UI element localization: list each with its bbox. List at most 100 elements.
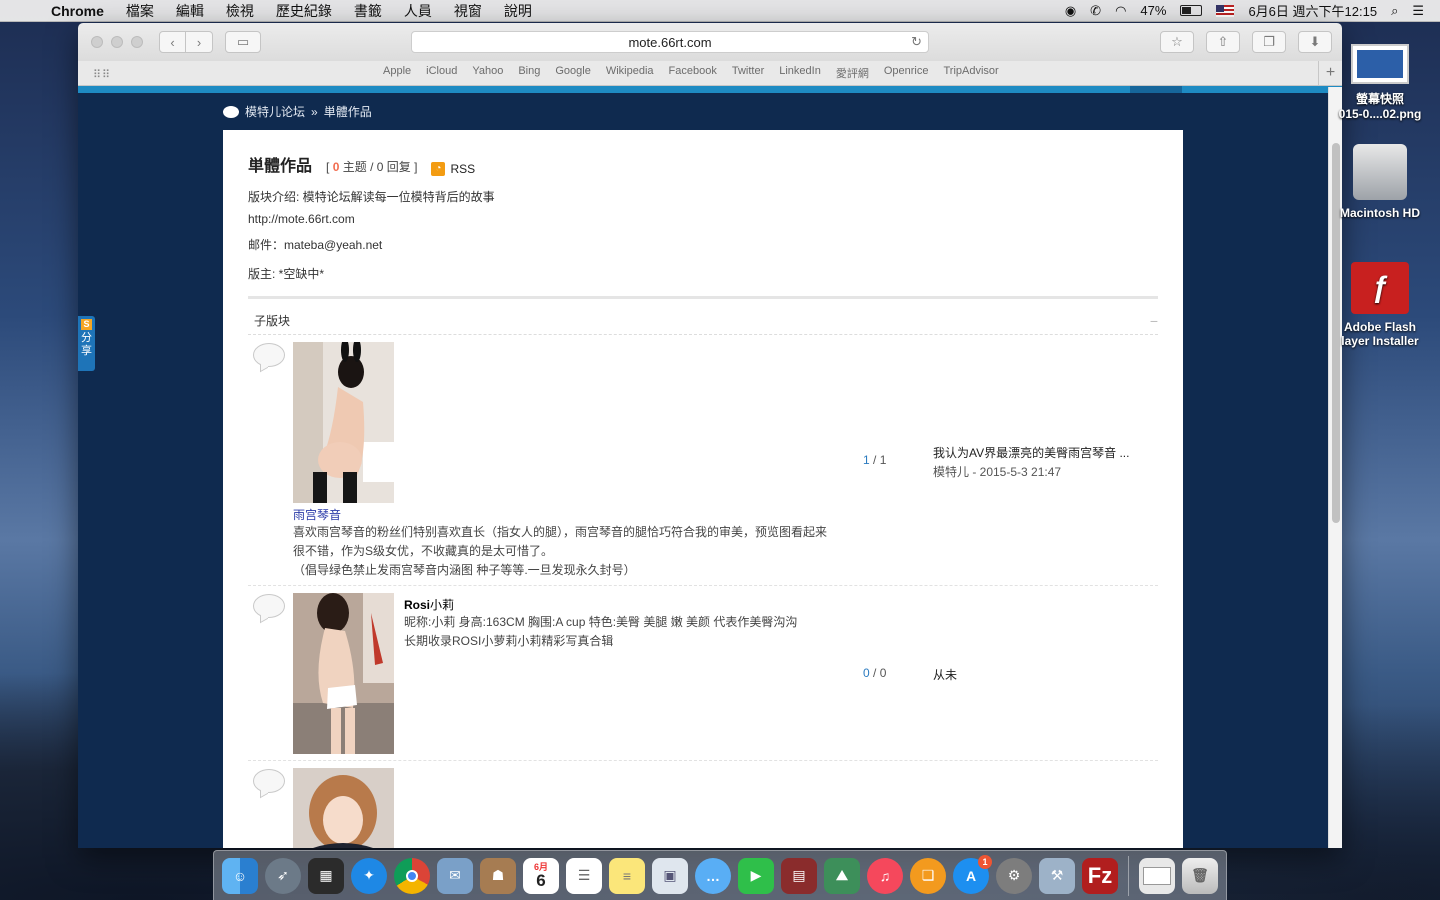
tabs-overview-button[interactable]: ❐ xyxy=(1252,31,1286,53)
reminders-icon[interactable]: ☰ xyxy=(566,857,602,894)
trash-icon[interactable]: 🗑 xyxy=(1182,857,1218,894)
collapse-icon[interactable]: − xyxy=(1150,313,1158,329)
toolbar-actions: ☆ ⇧ ❐ ⬇ xyxy=(1160,31,1332,53)
photo-booth-icon[interactable]: ▣ xyxy=(652,857,688,894)
system-preferences-icon[interactable]: ⚙ xyxy=(996,857,1032,894)
mission-control-icon[interactable]: ▦ xyxy=(308,857,344,894)
rss-link[interactable]: ◔ RSS xyxy=(431,162,475,176)
stats-topics: 0 xyxy=(863,666,870,680)
minimize-window-button[interactable] xyxy=(111,36,123,48)
reader-button[interactable]: ☆ xyxy=(1160,31,1194,53)
menu-history[interactable]: 歷史紀錄 xyxy=(265,1,343,21)
bookmark-twitter[interactable]: Twitter xyxy=(732,65,764,81)
wifi-icon[interactable]: ◠ xyxy=(1115,3,1126,19)
breadcrumb-current[interactable]: 単體作品 xyxy=(324,103,372,120)
ibooks-icon[interactable]: ❏ xyxy=(910,857,946,894)
menu-view[interactable]: 檢視 xyxy=(215,1,265,21)
latest-post-meta[interactable]: 模特儿 - 2015-5-3 21:47 xyxy=(933,463,1129,482)
messages-icon[interactable]: … xyxy=(695,857,731,894)
subforum-desc-line: 昵称:小莉 身高:163CM 胸围:A cup 特色:美臀 美腿 嫩 美颜 代表… xyxy=(404,615,798,629)
bookmark-openrice-review[interactable]: 愛評網 xyxy=(836,65,869,81)
menu-edit[interactable]: 編輯 xyxy=(165,1,215,21)
battery-icon[interactable] xyxy=(1180,5,1203,16)
bookmark-tripadvisor[interactable]: TripAdvisor xyxy=(943,65,998,81)
spotlight-search-icon[interactable]: ⌕ xyxy=(1391,3,1398,19)
downloads-button[interactable]: ⬇ xyxy=(1298,31,1332,53)
forum-url[interactable]: http://mote.66rt.com xyxy=(248,212,355,226)
app-store-icon[interactable]: A1 xyxy=(953,854,992,894)
hard-drive-icon xyxy=(1353,144,1407,200)
calendar-month: 6月 xyxy=(533,861,548,872)
launchpad-icon[interactable]: ➶ xyxy=(265,857,301,894)
bookmark-apple[interactable]: Apple xyxy=(383,65,411,81)
reload-icon[interactable]: ↻ xyxy=(911,34,922,50)
phone-icon[interactable]: ✆ xyxy=(1090,3,1101,19)
menu-file[interactable]: 檔案 xyxy=(115,1,165,21)
sidebar-toggle-button[interactable]: ▭ xyxy=(225,31,261,53)
bookmark-icloud[interactable]: iCloud xyxy=(426,65,457,81)
subforum-thumbnail[interactable] xyxy=(293,342,394,503)
close-window-button[interactable] xyxy=(91,36,103,48)
battery-percent[interactable]: 47% xyxy=(1140,3,1166,18)
bookmark-openrice[interactable]: Openrice xyxy=(884,65,929,81)
filezilla-icon[interactable]: Fz xyxy=(1082,857,1118,894)
menu-help[interactable]: 說明 xyxy=(493,1,543,21)
share-side-tab[interactable]: S 分享 xyxy=(78,316,95,371)
dock: ☺ ➶ ▦ ✦ ✉ ☗ 6月 6 ☰ ≡ ▣ … ▶ ▤ ⛰ ♫ ❏ A1 ⚙ … xyxy=(213,850,1227,900)
model-photo-2 xyxy=(293,593,394,754)
forward-button[interactable]: › xyxy=(186,31,213,53)
back-button[interactable]: ‹ xyxy=(159,31,186,53)
top-sites-grid-icon[interactable]: ⠿⠿ xyxy=(93,68,111,81)
input-source-flag-icon[interactable] xyxy=(1216,4,1235,17)
desktop-icon-macintosh-hd[interactable]: Macintosh HD xyxy=(1332,144,1428,220)
calendar-icon[interactable]: 6月 6 xyxy=(523,857,559,894)
bookmark-bing[interactable]: Bing xyxy=(518,65,540,81)
site-header-tab[interactable] xyxy=(1130,86,1182,93)
menu-app[interactable]: Chrome xyxy=(40,3,115,19)
window-controls xyxy=(78,36,143,48)
photo-slideshow-icon[interactable]: ▤ xyxy=(781,857,817,894)
facetime-icon[interactable]: ▶ xyxy=(738,857,774,894)
notes-icon[interactable]: ≡ xyxy=(609,857,645,894)
finder-icon[interactable]: ☺ xyxy=(222,857,258,894)
desktop-icon-screenshot[interactable]: 螢幕快照 015-0....02.png xyxy=(1332,44,1428,121)
bookmark-google[interactable]: Google xyxy=(555,65,590,81)
subforum-row xyxy=(248,761,1158,848)
menu-bookmarks[interactable]: 書籤 xyxy=(343,1,393,21)
menu-window[interactable]: 視窗 xyxy=(443,1,493,21)
preview-icon[interactable]: ✉ xyxy=(437,857,473,894)
contacts-icon[interactable]: ☗ xyxy=(480,857,516,894)
rss-icon: ◔ xyxy=(431,162,446,176)
subforum-name[interactable]: Rosi小莉 xyxy=(404,596,844,613)
zoom-window-button[interactable] xyxy=(131,36,143,48)
utilities-icon[interactable]: ⚒ xyxy=(1039,857,1075,894)
share-button[interactable]: ⇧ xyxy=(1206,31,1240,53)
address-bar[interactable]: mote.66rt.com ↻ xyxy=(411,31,929,53)
dock-separator xyxy=(1128,855,1129,896)
subforum-name[interactable]: 雨宫琴音 xyxy=(293,506,853,523)
breadcrumb-root[interactable]: 模特儿论坛 xyxy=(245,103,305,120)
bookmark-linkedin[interactable]: LinkedIn xyxy=(779,65,821,81)
stats-posts: 0 xyxy=(879,666,887,680)
share-label: 分享 xyxy=(81,332,92,357)
forum-header: 単體作品 [ 0 主题 / 0 回复 ] ◔ RSS xyxy=(248,152,475,176)
desktop-icon-label: Adobe Flash xyxy=(1343,320,1416,334)
sync-icon[interactable]: ◉ xyxy=(1065,3,1076,19)
model-photo-3 xyxy=(293,768,394,848)
bookmark-wikipedia[interactable]: Wikipedia xyxy=(606,65,654,81)
subforum-thumbnail[interactable] xyxy=(293,768,394,848)
desktop-icon-flash-installer[interactable]: ƒ Adobe Flash layer Installer xyxy=(1332,262,1428,348)
minimized-window-icon[interactable] xyxy=(1139,857,1175,894)
bookmark-yahoo[interactable]: Yahoo xyxy=(472,65,503,81)
clock[interactable]: 6月6日 週六下午12:15 xyxy=(1248,1,1377,20)
share-logo-icon: S xyxy=(81,319,92,330)
subforum-thumbnail[interactable] xyxy=(293,593,394,754)
chrome-icon[interactable] xyxy=(394,857,430,894)
notification-center-icon[interactable]: ☰ xyxy=(1412,3,1424,19)
safari-icon[interactable]: ✦ xyxy=(351,857,387,894)
bookmark-facebook[interactable]: Facebook xyxy=(669,65,717,81)
latest-post-title[interactable]: 我认为AV界最漂亮的美臀雨宫琴音 ... xyxy=(933,444,1129,463)
menu-people[interactable]: 人員 xyxy=(393,1,443,21)
iphoto-icon[interactable]: ⛰ xyxy=(824,857,860,894)
itunes-icon[interactable]: ♫ xyxy=(867,857,903,894)
